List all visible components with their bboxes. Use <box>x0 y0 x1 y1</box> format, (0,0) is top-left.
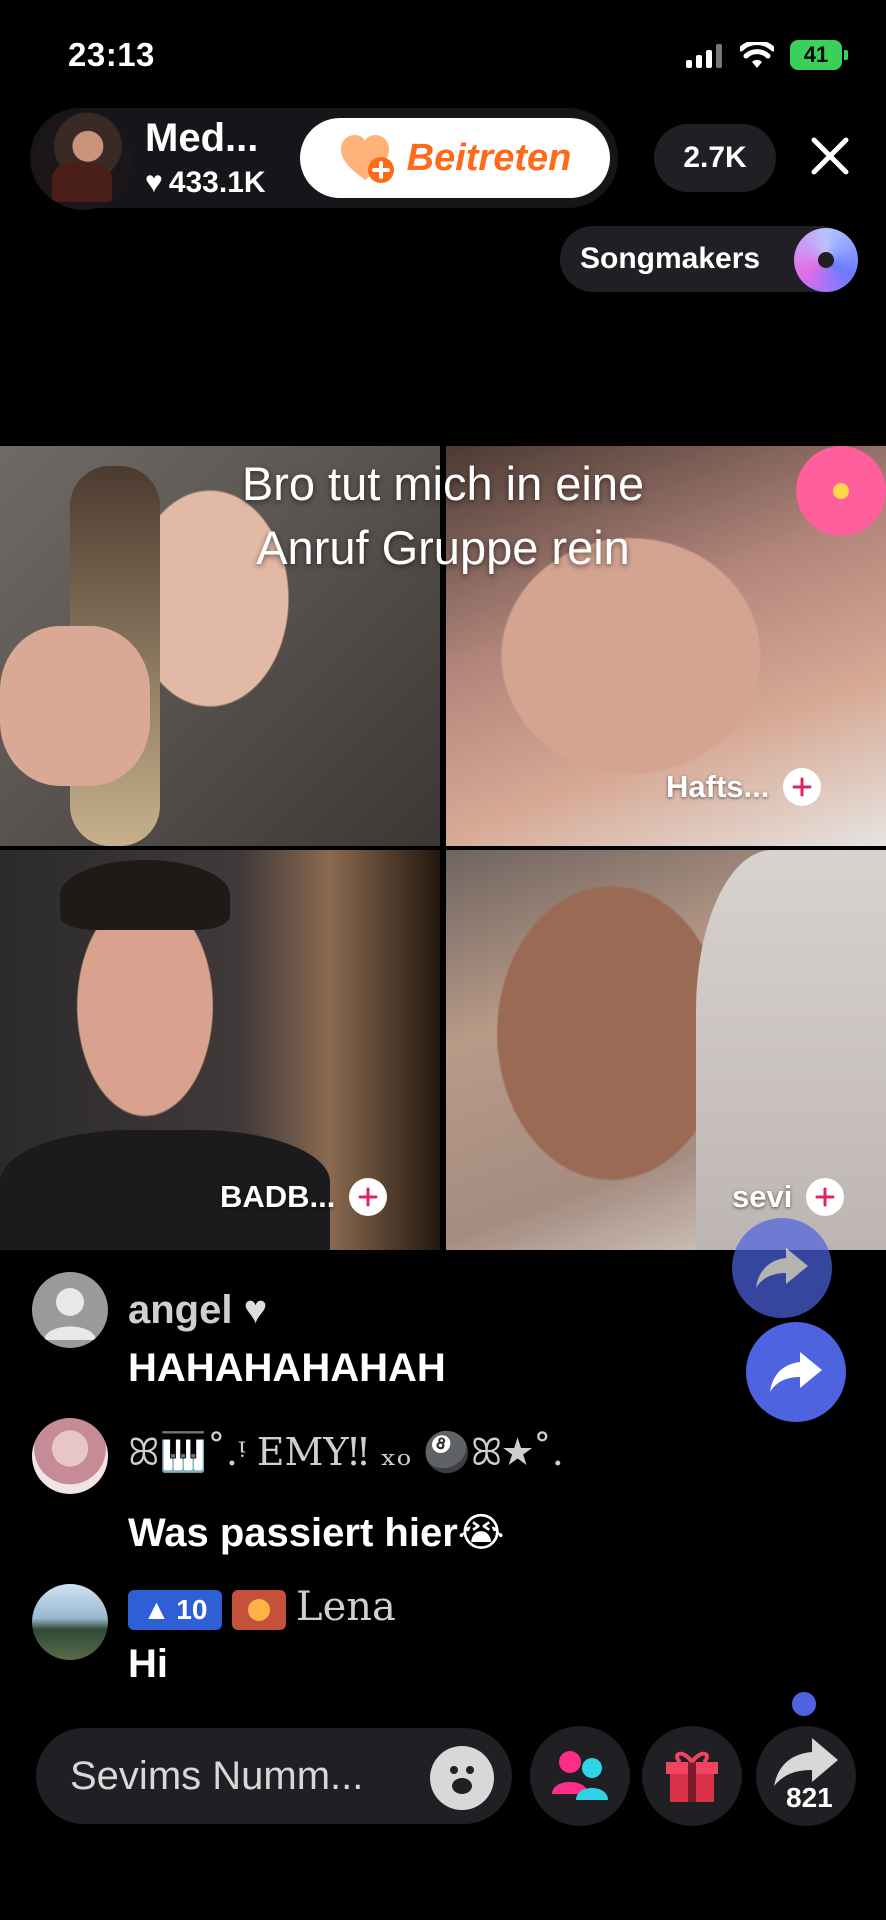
battery-indicator: 41 <box>790 40 848 70</box>
participant-label: sevi <box>732 1178 845 1216</box>
comment-avatar[interactable] <box>32 1584 108 1660</box>
level-icon: ▲ <box>142 1594 171 1625</box>
team-badge <box>232 1590 286 1630</box>
host-name[interactable]: Med... <box>145 116 258 161</box>
comment-text: HAHAHAHAHAH <box>128 1346 446 1390</box>
follow-plus-icon[interactable] <box>783 768 822 806</box>
default-avatar-icon <box>44 1288 96 1340</box>
share-badge-icon <box>792 1692 816 1716</box>
smiley-icon <box>450 1766 474 1794</box>
multi-guest-button[interactable] <box>530 1726 630 1826</box>
comment-username[interactable]: ꕤ🎹˚.ᵎ EMY‼︎ ₓₒ 🎱ꕤ★˚. <box>128 1430 564 1475</box>
participant-name: sevi <box>732 1179 793 1214</box>
caption-line-1: Bro tut mich in eine <box>241 457 645 510</box>
level-badge: ▲ 10 <box>128 1590 222 1630</box>
heart-icon: ♥ <box>232 1288 268 1332</box>
join-button[interactable]: Beitreten <box>300 118 610 198</box>
follow-plus-icon[interactable] <box>349 1178 388 1216</box>
comment-avatar[interactable] <box>32 1418 108 1494</box>
people-icon <box>552 1751 608 1800</box>
heart-icon: ♥ <box>145 166 163 199</box>
level-value: 10 <box>176 1594 208 1625</box>
team-badge-icon <box>248 1599 270 1621</box>
emoji-button[interactable] <box>430 1746 494 1810</box>
follow-plus-icon[interactable] <box>806 1178 845 1216</box>
participant-hair <box>60 860 230 930</box>
overlay-caption: Bro tut mich in eine Anruf Gruppe rein <box>0 452 886 580</box>
video-tile-3[interactable]: BADB... <box>0 850 440 1250</box>
participant-label: BADB... <box>220 1178 388 1216</box>
gift-button[interactable] <box>642 1726 742 1826</box>
disc-icon <box>794 228 858 292</box>
share-arrow-icon <box>756 1248 808 1288</box>
songmakers-label: Songmakers <box>580 242 761 275</box>
viewer-count[interactable]: 2.7K <box>654 124 776 192</box>
share-arrow-icon <box>770 1352 822 1392</box>
wifi-icon <box>740 42 774 68</box>
gift-icon <box>666 1751 718 1802</box>
participant-name: Hafts... <box>666 769 770 804</box>
share-float-button[interactable] <box>746 1322 846 1422</box>
comment-input-placeholder: Sevims Numm... <box>70 1754 364 1798</box>
video-tile-4[interactable]: sevi <box>446 850 886 1250</box>
signal-icon <box>686 44 722 68</box>
join-label: Beitreten <box>406 136 572 179</box>
host-likes-value: 433.1K <box>168 166 266 199</box>
comment-username[interactable]: angel ♥ <box>128 1288 267 1333</box>
comment-username[interactable]: Lena <box>296 1584 396 1630</box>
status-time: 23:13 <box>68 36 155 73</box>
host-likes: ♥ 433.1K <box>145 166 295 200</box>
songmakers-button[interactable]: Songmakers <box>560 226 858 292</box>
heart-plus-icon <box>340 135 394 183</box>
participant-hand <box>0 626 150 786</box>
comment-text: Hi <box>128 1642 168 1686</box>
participant-name: BADB... <box>220 1179 336 1214</box>
share-float-button[interactable] <box>732 1218 832 1318</box>
participant-label: Hafts... <box>666 768 822 806</box>
comment-text: Was passiert hier😭 <box>128 1511 505 1555</box>
close-icon[interactable] <box>804 130 856 182</box>
comment-username-text: angel <box>128 1288 233 1332</box>
host-avatar[interactable] <box>34 112 132 210</box>
share-count: 821 <box>786 1782 833 1813</box>
caption-line-2: Anruf Gruppe rein <box>256 521 630 574</box>
comment-avatar[interactable] <box>32 1272 108 1348</box>
